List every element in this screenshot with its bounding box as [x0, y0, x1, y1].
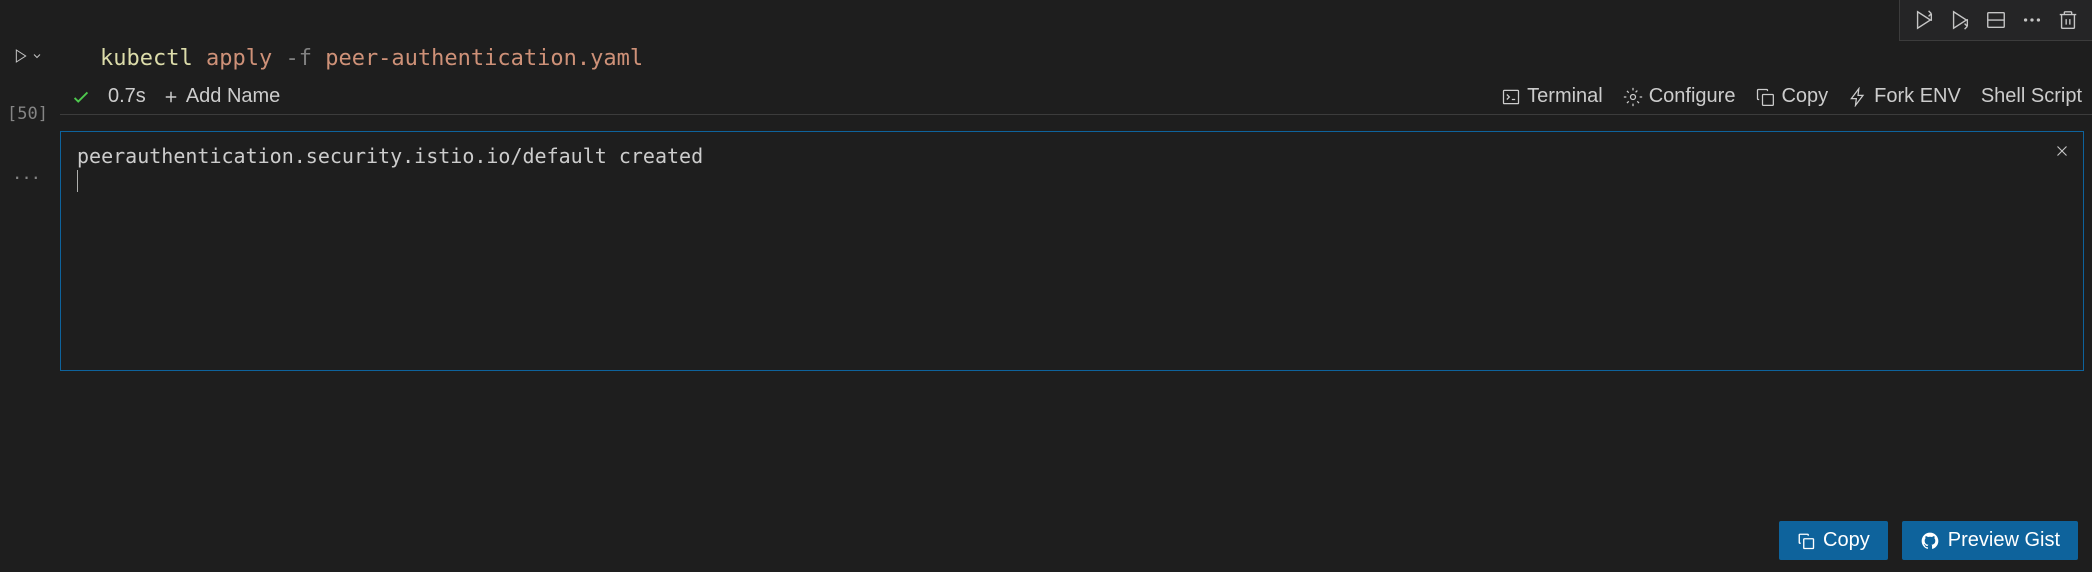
command-arg: peer-authentication.yaml — [325, 46, 643, 71]
command-input[interactable]: kubectl apply -f peer-authentication.yam… — [60, 38, 2092, 79]
terminal-button[interactable]: Terminal — [1501, 85, 1603, 108]
preview-gist-button[interactable]: Preview Gist — [1902, 521, 2078, 560]
add-name-label: Add Name — [186, 85, 281, 108]
preview-gist-label: Preview Gist — [1948, 529, 2060, 552]
output-panel[interactable]: peerauthentication.security.istio.io/def… — [60, 131, 2084, 371]
command-subcommand: apply — [206, 46, 272, 71]
run-below-icon[interactable] — [1946, 6, 1974, 34]
copy-output-button[interactable]: Copy — [1779, 521, 1888, 560]
run-cell-button[interactable] — [13, 48, 43, 64]
copy-button[interactable]: Copy — [1755, 85, 1828, 108]
shell-script-button[interactable]: Shell Script — [1981, 85, 2082, 108]
configure-label: Configure — [1649, 85, 1736, 108]
close-output-icon[interactable] — [2053, 142, 2071, 160]
duration-label: 0.7s — [108, 85, 146, 108]
fork-env-label: Fork ENV — [1874, 85, 1961, 108]
left-gutter: [50] ··· — [0, 40, 55, 190]
command-base: kubectl — [100, 46, 193, 71]
command-flag: -f — [285, 46, 312, 71]
output-text: peerauthentication.security.istio.io/def… — [77, 144, 2067, 168]
status-left: 0.7s Add Name — [70, 85, 280, 108]
configure-button[interactable]: Configure — [1623, 85, 1736, 108]
fork-env-button[interactable]: Fork ENV — [1848, 85, 1961, 108]
add-name-button[interactable]: Add Name — [162, 85, 281, 108]
cell-toolbar — [1899, 0, 2092, 41]
delete-icon[interactable] — [2054, 6, 2082, 34]
output-more-icon[interactable]: ··· — [14, 164, 42, 190]
bottom-actions: Copy Preview Gist — [1779, 521, 2078, 560]
text-cursor — [77, 170, 78, 192]
shell-script-label: Shell Script — [1981, 85, 2082, 108]
status-bar: 0.7s Add Name Terminal Configure Copy Fo… — [60, 79, 2092, 115]
cell-index: [50] — [7, 104, 48, 124]
copy-output-label: Copy — [1823, 529, 1870, 552]
split-cell-icon[interactable] — [1982, 6, 2010, 34]
run-above-icon[interactable] — [1910, 6, 1938, 34]
copy-label: Copy — [1781, 85, 1828, 108]
terminal-label: Terminal — [1527, 85, 1603, 108]
cell-container: kubectl apply -f peer-authentication.yam… — [60, 38, 2092, 371]
success-check-icon — [70, 86, 92, 108]
status-right: Terminal Configure Copy Fork ENV Shell S… — [1501, 85, 2082, 108]
more-icon[interactable] — [2018, 6, 2046, 34]
